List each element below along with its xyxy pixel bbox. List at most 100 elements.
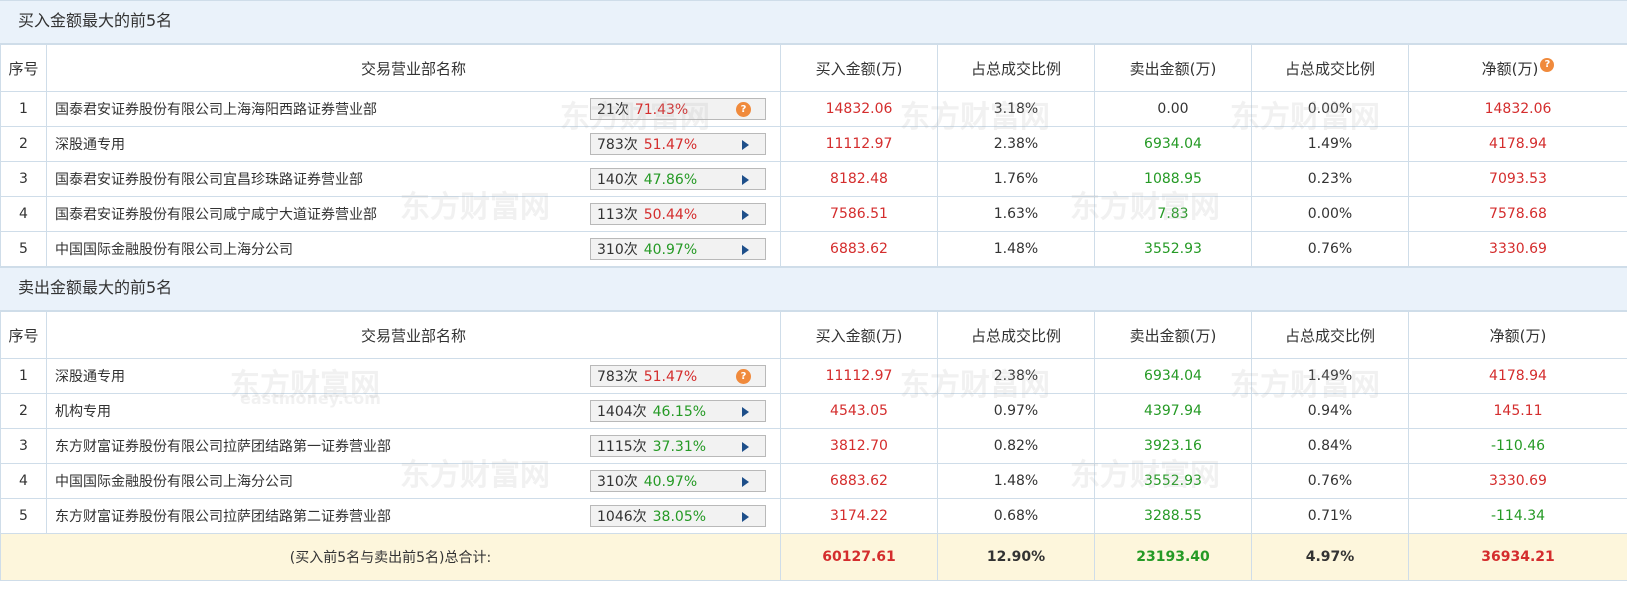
buy-table-header: 序号 交易营业部名称 买入金额(万) 占总成交比例 卖出金额(万) 占总成交比例… <box>0 44 1627 92</box>
trade-count: 1404次 <box>597 404 647 420</box>
play-arrow-icon[interactable] <box>742 442 749 452</box>
play-arrow-icon[interactable] <box>742 512 749 522</box>
dept-cell: 中国国际金融股份有限公司上海分公司 310次 40.97% <box>46 463 781 499</box>
win-rate: 46.15% <box>652 404 707 420</box>
dept-stats-button[interactable]: 1046次 38.05% <box>590 505 766 527</box>
buy-ratio: 2.38% <box>937 126 1095 162</box>
sell-ratio: 0.76% <box>1251 231 1409 267</box>
row-index: 1 <box>0 358 47 394</box>
col-buy-amount[interactable]: 买入金额(万) <box>780 311 938 359</box>
row-index: 1 <box>0 91 47 127</box>
total-buy-ratio: 12.90% <box>937 533 1095 581</box>
trade-count: 310次 <box>597 242 638 258</box>
sell-amount: 6934.04 <box>1094 126 1252 162</box>
sell-ratio: 0.00% <box>1251 91 1409 127</box>
sell-amount: 1088.95 <box>1094 161 1252 197</box>
dept-stats-button[interactable]: 783次 51.47% <box>590 133 766 155</box>
table-row: 5 东方财富证券股份有限公司拉萨团结路第二证券营业部 1046次 38.05% 3174… <box>0 498 1627 534</box>
dept-name-link[interactable]: 国泰君安证券股份有限公司咸宁咸宁大道证券营业部 <box>55 204 377 224</box>
row-index: 2 <box>0 126 47 162</box>
dept-name-link[interactable]: 深股通专用 <box>55 134 125 154</box>
net-amount: 14832.06 <box>1408 91 1627 127</box>
sell-amount: 3552.93 <box>1094 231 1252 267</box>
total-row: (买入前5名与卖出前5名)总合计: 60127.61 12.90% 23193.… <box>0 533 1627 581</box>
dept-stats-button[interactable]: 783次 51.47%? <box>590 365 766 387</box>
dept-name-link[interactable]: 深股通专用 <box>55 366 125 386</box>
col-buy-ratio[interactable]: 占总成交比例 <box>937 44 1095 92</box>
col-buy-ratio[interactable]: 占总成交比例 <box>937 311 1095 359</box>
dept-stats-button[interactable]: 140次 47.86% <box>590 168 766 190</box>
col-buy-amount[interactable]: 买入金额(万) <box>780 44 938 92</box>
win-rate: 47.86% <box>643 172 698 188</box>
dept-stats-button[interactable]: 21次 71.43%? <box>590 98 766 120</box>
trade-count: 310次 <box>597 474 638 490</box>
net-amount: 3330.69 <box>1408 463 1627 499</box>
dept-cell: 深股通专用 783次 51.47% <box>46 126 781 162</box>
net-amount: 145.11 <box>1408 393 1627 429</box>
sell-ratio: 0.23% <box>1251 161 1409 197</box>
play-arrow-icon[interactable] <box>742 140 749 150</box>
dept-stats-button[interactable]: 113次 50.44% <box>590 203 766 225</box>
buy-amount: 3174.22 <box>780 498 938 534</box>
net-amount: 7578.68 <box>1408 196 1627 232</box>
net-amount: 4178.94 <box>1408 358 1627 394</box>
col-dept-name: 交易营业部名称 <box>46 311 781 359</box>
dept-stats-button[interactable]: 1404次 46.15% <box>590 400 766 422</box>
table-row: 4 国泰君安证券股份有限公司咸宁咸宁大道证券营业部 113次 50.44% 7586.5… <box>0 196 1627 232</box>
win-rate: 51.47% <box>643 137 698 153</box>
sell-ratio: 0.00% <box>1251 196 1409 232</box>
col-sell-amount[interactable]: 卖出金额(万) <box>1094 44 1252 92</box>
dept-stats-button[interactable]: 310次 40.97% <box>590 238 766 260</box>
total-net: 36934.21 <box>1408 533 1627 581</box>
play-arrow-icon[interactable] <box>742 245 749 255</box>
dept-cell: 机构专用 1404次 46.15% <box>46 393 781 429</box>
sell-ratio: 0.76% <box>1251 463 1409 499</box>
dept-name-link[interactable]: 东方财富证券股份有限公司拉萨团结路第二证券营业部 <box>55 506 391 526</box>
question-icon[interactable]: ? <box>1540 57 1555 72</box>
sell-amount: 6934.04 <box>1094 358 1252 394</box>
row-index: 5 <box>0 231 47 267</box>
row-index: 2 <box>0 393 47 429</box>
play-arrow-icon[interactable] <box>742 407 749 417</box>
buy-ratio: 1.76% <box>937 161 1095 197</box>
dept-name-link[interactable]: 机构专用 <box>55 401 111 421</box>
question-icon[interactable]: ? <box>736 369 751 384</box>
play-arrow-icon[interactable] <box>742 175 749 185</box>
sell-amount: 3288.55 <box>1094 498 1252 534</box>
trade-count: 1046次 <box>597 509 647 525</box>
buy-amount: 14832.06 <box>780 91 938 127</box>
question-icon[interactable]: ? <box>736 102 751 117</box>
dept-name-link[interactable]: 东方财富证券股份有限公司拉萨团结路第一证券营业部 <box>55 436 391 456</box>
sell-amount: 3552.93 <box>1094 463 1252 499</box>
play-arrow-icon[interactable] <box>742 210 749 220</box>
buy-ratio: 1.63% <box>937 196 1095 232</box>
dept-name-link[interactable]: 中国国际金融股份有限公司上海分公司 <box>55 471 293 491</box>
table-row: 4 中国国际金融股份有限公司上海分公司 310次 40.97% 6883.62 1.48%… <box>0 463 1627 499</box>
sell-ratio: 1.49% <box>1251 126 1409 162</box>
table-row: 1 国泰君安证券股份有限公司上海海阳西路证券营业部 21次 71.43%? 14832.… <box>0 91 1627 127</box>
total-buy: 60127.61 <box>780 533 938 581</box>
buy-ratio: 2.38% <box>937 358 1095 394</box>
col-sell-amount[interactable]: 卖出金额(万) <box>1094 311 1252 359</box>
buy-ratio: 0.68% <box>937 498 1095 534</box>
col-net-amount[interactable]: 净额(万)? <box>1408 44 1627 92</box>
dept-name-link[interactable]: 中国国际金融股份有限公司上海分公司 <box>55 239 293 259</box>
net-amount: -114.34 <box>1408 498 1627 534</box>
dept-name-link[interactable]: 国泰君安证券股份有限公司宜昌珍珠路证券营业部 <box>55 169 363 189</box>
play-arrow-icon[interactable] <box>742 477 749 487</box>
table-row: 1 深股通专用 783次 51.47%? 11112.97 2.38% 6934.04 1.4… <box>0 358 1627 394</box>
dept-name-link[interactable]: 国泰君安证券股份有限公司上海海阳西路证券营业部 <box>55 99 377 119</box>
buy-amount: 8182.48 <box>780 161 938 197</box>
dept-stats-button[interactable]: 1115次 37.31% <box>590 435 766 457</box>
dept-cell: 国泰君安证券股份有限公司咸宁咸宁大道证券营业部 113次 50.44% <box>46 196 781 232</box>
total-label: (买入前5名与卖出前5名)总合计: <box>0 533 781 581</box>
col-sell-ratio[interactable]: 占总成交比例 <box>1251 44 1409 92</box>
col-net-amount[interactable]: 净额(万) <box>1408 311 1627 359</box>
buy-section-title: 买入金额最大的前5名 <box>0 0 1627 44</box>
sell-table: 序号 交易营业部名称 买入金额(万) 占总成交比例 卖出金额(万) 占总成交比例… <box>0 311 1627 581</box>
dept-stats-button[interactable]: 310次 40.97% <box>590 470 766 492</box>
win-rate: 37.31% <box>652 439 707 455</box>
col-sell-ratio[interactable]: 占总成交比例 <box>1251 311 1409 359</box>
dept-cell: 中国国际金融股份有限公司上海分公司 310次 40.97% <box>46 231 781 267</box>
buy-ratio: 0.82% <box>937 428 1095 464</box>
